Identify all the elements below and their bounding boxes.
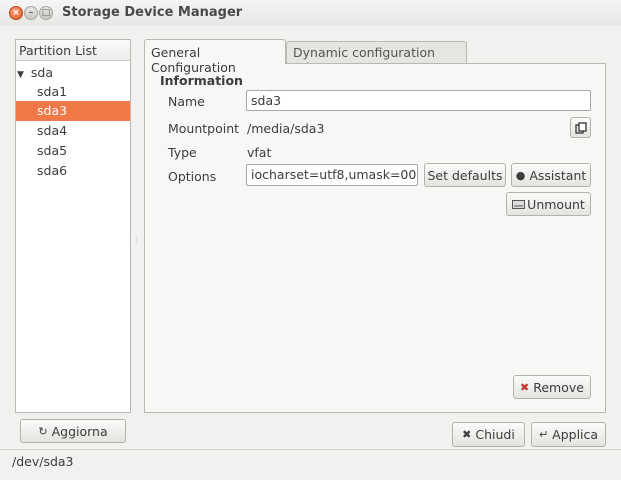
speech-bubble-icon: ● bbox=[515, 168, 526, 182]
chiudi-label: Chiudi bbox=[475, 427, 515, 442]
folder-icon bbox=[574, 121, 587, 134]
information-heading: Information bbox=[160, 73, 243, 88]
maximize-icon: □ bbox=[41, 8, 51, 18]
options-input[interactable]: iocharset=utf8,umask=000 bbox=[246, 164, 418, 186]
window-title: Storage Device Manager bbox=[62, 5, 243, 20]
close-icon: × bbox=[12, 8, 20, 18]
partition-row[interactable]: sda6 bbox=[16, 161, 130, 181]
options-label: Options bbox=[168, 169, 217, 184]
enter-icon: ↵ bbox=[538, 428, 549, 441]
mountpoint-value: /media/sda3 bbox=[247, 121, 325, 136]
drive-icon bbox=[512, 200, 526, 209]
assistant-button[interactable]: ● Assistant bbox=[511, 163, 591, 187]
aggiorna-label: Aggiorna bbox=[51, 423, 108, 439]
refresh-icon: ↻ bbox=[38, 424, 48, 438]
tab-dynamic-configuration-rules[interactable]: Dynamic configuration rules bbox=[286, 41, 467, 75]
title-bar: × – □ Storage Device Manager bbox=[0, 0, 621, 26]
remove-label: Remove bbox=[533, 379, 584, 395]
window-maximize-button[interactable]: □ bbox=[39, 6, 53, 20]
remove-button[interactable]: ✖ Remove bbox=[513, 375, 591, 399]
name-label: Name bbox=[168, 94, 205, 109]
partition-row-selected[interactable]: sda3 bbox=[16, 101, 130, 121]
partition-row[interactable]: sda5 bbox=[16, 141, 130, 161]
set-defaults-button[interactable]: Set defaults bbox=[424, 163, 506, 187]
statusbar-separator bbox=[0, 449, 621, 450]
type-label: Type bbox=[168, 145, 197, 160]
partition-row[interactable]: sda1 bbox=[16, 82, 130, 102]
window-minimize-button[interactable]: – bbox=[24, 6, 38, 20]
aggiorna-button[interactable]: ↻ Aggiorna bbox=[20, 419, 126, 443]
general-configuration-panel bbox=[144, 63, 606, 413]
pane-splitter[interactable]: · · · bbox=[135, 234, 138, 248]
expander-triangle-icon[interactable]: ▼ bbox=[17, 70, 24, 80]
name-input[interactable]: sda3 bbox=[246, 90, 591, 111]
partition-list[interactable]: Partition List ▼ sda sda1 sda3 sda4 sda5… bbox=[15, 39, 131, 413]
browse-mountpoint-button[interactable] bbox=[570, 117, 591, 138]
chiudi-button[interactable]: ✖ Chiudi bbox=[452, 422, 525, 447]
applica-button[interactable]: ↵ Applica bbox=[531, 422, 606, 447]
close-icon: ✖ bbox=[462, 428, 472, 441]
type-value: vfat bbox=[247, 145, 272, 160]
partition-row[interactable]: sda4 bbox=[16, 121, 130, 141]
partition-list-header[interactable]: Partition List bbox=[16, 40, 130, 61]
applica-label: Applica bbox=[552, 427, 599, 442]
unmount-button[interactable]: Unmount bbox=[506, 192, 591, 216]
mountpoint-label: Mountpoint bbox=[168, 121, 240, 136]
status-path: /dev/sda3 bbox=[12, 454, 74, 469]
partition-label: sda bbox=[30, 65, 54, 80]
minimize-icon: – bbox=[28, 8, 34, 18]
unmount-label: Unmount bbox=[527, 196, 585, 212]
window-close-button[interactable]: × bbox=[9, 6, 23, 20]
assistant-label: Assistant bbox=[529, 167, 587, 183]
partition-row-root[interactable]: ▼ sda bbox=[16, 63, 130, 83]
x-icon: ✖ bbox=[520, 380, 530, 394]
tab-general-configuration[interactable]: General Configuration bbox=[144, 39, 286, 75]
